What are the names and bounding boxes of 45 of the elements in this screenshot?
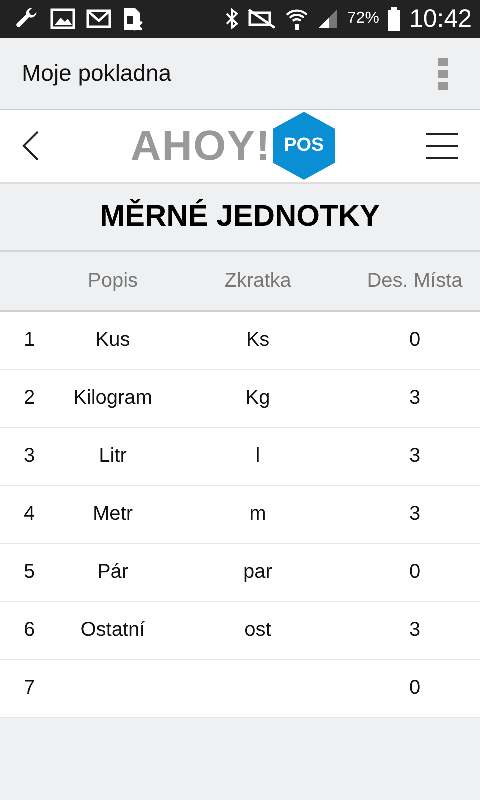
logo-badge: POS [273, 112, 336, 180]
table-cell: Kilogram [74, 387, 152, 409]
mail-icon [86, 7, 112, 31]
row-number: 3 [23, 445, 36, 468]
row-number: 6 [23, 619, 36, 642]
row-number: 7 [23, 677, 36, 700]
image-icon [50, 7, 76, 31]
signal-icon [317, 8, 340, 30]
table-cell: 3 [409, 445, 421, 467]
table-cell: Kg [246, 387, 270, 409]
table-cell: Metr [93, 503, 133, 525]
table-cell: par [244, 561, 272, 583]
table-cell: 3 [409, 619, 421, 641]
table-cell: 0 [409, 561, 421, 583]
battery-percentage: 72% [347, 10, 380, 28]
table-cell: 3 [409, 503, 421, 525]
table-cell: ost [244, 619, 272, 641]
row-number: 1 [23, 329, 36, 352]
table-cell: Ks [246, 329, 270, 351]
clock: 10:42 [409, 4, 472, 34]
wifi-icon [285, 7, 310, 31]
column-header: Des. Místa [366, 270, 464, 292]
back-icon[interactable] [22, 130, 40, 162]
logo-text: AHOY! [130, 122, 272, 170]
row-number: 4 [23, 503, 36, 526]
menu-icon[interactable] [426, 133, 458, 159]
column-header: Popis [86, 270, 140, 292]
row-number: 5 [23, 561, 36, 584]
row-number: 2 [23, 387, 36, 410]
bluetooth-icon [225, 8, 240, 30]
sim-card-icon [122, 6, 144, 32]
table-cell: 0 [409, 329, 421, 351]
table-cell: 3 [409, 387, 421, 409]
table-cell: l [256, 445, 260, 467]
page-title: MĚRNÉ JEDNOTKY [100, 200, 380, 234]
table-cell: 0 [409, 677, 421, 699]
app-title: Moje pokladna [22, 60, 172, 87]
mute-icon [247, 8, 278, 30]
table-cell: Pár [97, 561, 129, 583]
table-cell: Kus [96, 329, 130, 351]
battery-icon [387, 6, 402, 32]
table-cell: Ostatní [80, 619, 146, 641]
table-cell: Litr [99, 445, 127, 467]
table-cell: m [250, 503, 266, 525]
column-header: Zkratka [224, 270, 292, 292]
